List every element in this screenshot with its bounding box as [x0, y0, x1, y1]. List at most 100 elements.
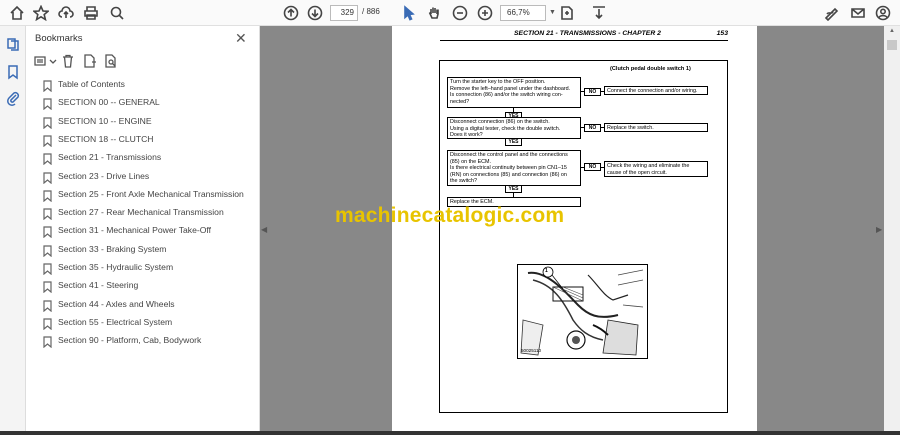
page-number-input[interactable]: 329 — [330, 5, 358, 21]
bookmark-item[interactable]: Section 44 - Axles and Wheels — [26, 297, 260, 315]
bookmark-item[interactable]: Section 27 - Rear Mechanical Transmissio… — [26, 205, 260, 223]
zoom-search-icon[interactable] — [108, 4, 126, 22]
bookmark-item[interactable]: SECTION 10 -- ENGINE — [26, 114, 260, 132]
figure-callout: 1 — [545, 268, 548, 274]
result-box: Connect the connection and/or wiring. — [604, 86, 708, 95]
bookmark-item[interactable]: Section 21 - Transmissions — [26, 150, 260, 168]
zoom-in-icon[interactable] — [476, 4, 494, 22]
pointer-icon[interactable] — [400, 4, 418, 22]
step-2-text: Using a digital tester, check the double… — [450, 125, 561, 132]
step-1-text: Is connection (86) and/or the switch wir… — [450, 92, 563, 99]
bookmark-label: Section 90 - Platform, Cab, Bodywork — [58, 335, 202, 346]
step-2-box: Disconnect connection (86) on the switch… — [447, 117, 581, 139]
zoom-out-icon[interactable] — [451, 4, 469, 22]
zoom-level-field[interactable]: 66,7% — [500, 5, 546, 21]
bottom-border — [0, 431, 900, 435]
page-total-label: / 886 — [362, 7, 380, 16]
result-text: Check the wiring and eliminate the — [607, 163, 690, 169]
bookmark-icon — [43, 207, 52, 221]
step-2-text: Disconnect connection (86) on the switch… — [450, 119, 550, 125]
vertical-scrollbar[interactable]: ▲ — [884, 26, 900, 431]
watermark-text: machinecatalogic.com — [335, 204, 565, 227]
figure-caption: 50025110 — [521, 348, 542, 353]
no-tag: NO — [584, 124, 601, 132]
bookmark-icon — [43, 280, 52, 294]
bookmark-item[interactable]: Section 31 - Mechanical Power Take-Off — [26, 223, 260, 241]
bookmark-item[interactable]: Section 35 - Hydraulic System — [26, 260, 260, 278]
bookmark-icon — [43, 299, 52, 312]
page-down-icon[interactable] — [306, 4, 324, 22]
bookmark-icon — [43, 171, 52, 184]
scroll-thumb[interactable] — [887, 40, 897, 50]
home-icon[interactable] — [8, 4, 26, 22]
figure-photo: 1 50025110 — [517, 264, 648, 359]
pdf-page: SECTION 21 - TRANSMISSIONS - CHAPTER 2 1… — [392, 26, 757, 431]
step-3-text: the switch? — [450, 178, 477, 185]
bookmark-item[interactable]: SECTION 18 -- CLUTCH — [26, 132, 260, 150]
bookmark-icon — [43, 134, 52, 148]
bookmark-panel-icon[interactable] — [5, 64, 21, 80]
prev-page-arrow-icon[interactable]: ◀ — [261, 225, 267, 234]
thumbnails-icon[interactable] — [5, 36, 21, 52]
bookmark-label: Section 31 - Mechanical Power Take-Off — [58, 225, 212, 236]
flowchart-frame — [439, 60, 728, 413]
bookmark-label: SECTION 00 -- GENERAL — [58, 97, 160, 108]
bookmark-item[interactable]: Section 23 - Drive Lines — [26, 169, 260, 187]
chevron-down-icon[interactable]: ▼ — [549, 9, 556, 16]
no-tag: NO — [584, 163, 601, 171]
chevron-down-icon[interactable] — [49, 54, 57, 68]
section-header: SECTION 21 - TRANSMISSIONS - CHAPTER 2 — [514, 30, 661, 37]
bookmark-label: Section 25 - Front Axle Mechanical Trans… — [58, 188, 244, 199]
star-icon[interactable] — [32, 4, 50, 22]
step-3-text: (RN) on connections (85) and connection … — [450, 171, 567, 178]
page-up-icon[interactable] — [282, 4, 300, 22]
page-number: 153 — [716, 30, 728, 37]
attachment-icon[interactable] — [5, 90, 21, 106]
toolbar: 329 / 886 66,7% ▼ — [0, 0, 900, 26]
step-3-text: Is there electrical continuity between p… — [450, 165, 567, 172]
close-icon[interactable]: ✕ — [235, 30, 247, 47]
bookmark-icon — [43, 262, 52, 276]
bookmark-label: Table of Contents — [58, 79, 125, 89]
bookmark-label: SECTION 10 -- ENGINE — [58, 115, 152, 126]
cloud-upload-icon[interactable] — [57, 4, 75, 22]
find-bookmark-icon[interactable] — [104, 54, 118, 68]
bookmark-item[interactable]: Section 25 - Front Axle Mechanical Trans… — [26, 187, 260, 205]
bookmark-item[interactable]: Section 90 - Platform, Cab, Bodywork — [26, 333, 260, 351]
bookmark-label: SECTION 18 -- CLUTCH — [58, 133, 154, 144]
print-icon[interactable] — [82, 4, 100, 22]
bookmark-options-icon[interactable] — [34, 54, 48, 68]
next-page-arrow-icon[interactable]: ▶ — [876, 225, 882, 234]
hand-icon[interactable] — [425, 4, 443, 22]
bookmark-label: Section 33 - Braking System — [58, 243, 167, 254]
scroll-up-icon[interactable]: ▲ — [889, 28, 895, 34]
bookmark-item[interactable]: Section 55 - Electrical System — [26, 315, 260, 333]
delete-bookmark-icon[interactable] — [61, 54, 75, 68]
page-header: SECTION 21 - TRANSMISSIONS - CHAPTER 2 1… — [440, 30, 728, 41]
step-3-text: (85) on the ECM. — [450, 158, 492, 165]
bookmark-item[interactable]: Section 41 - Steering — [26, 278, 260, 296]
fit-page-icon[interactable] — [558, 4, 576, 22]
bookmark-item[interactable]: SECTION 00 -- GENERAL — [26, 95, 260, 113]
switch-photo-illustration — [518, 265, 647, 358]
mail-icon[interactable] — [849, 4, 867, 22]
yes-tag: YES — [505, 185, 522, 193]
bookmark-label: Section 35 - Hydraulic System — [58, 262, 174, 272]
account-icon[interactable] — [874, 4, 892, 22]
bookmark-label: Section 44 - Axles and Wheels — [58, 298, 175, 309]
new-bookmark-icon[interactable] — [83, 54, 97, 68]
bookmark-icon — [43, 335, 52, 349]
scroll-mode-icon[interactable] — [590, 4, 608, 22]
sign-icon[interactable] — [823, 4, 841, 22]
left-rail — [0, 26, 26, 431]
step-3-box: Disconnect the control panel and the con… — [447, 150, 581, 186]
bookmarks-title: Bookmarks — [35, 33, 83, 44]
bookmark-item[interactable]: Table of Contents — [26, 77, 260, 95]
no-tag: NO — [584, 88, 601, 96]
bookmark-label: Section 21 - Transmissions — [58, 152, 162, 163]
bookmark-icon — [43, 225, 52, 239]
bookmark-label: Section 55 - Electrical System — [58, 316, 173, 327]
bookmark-item[interactable]: Section 33 - Braking System — [26, 242, 260, 260]
step-1-text: nected? — [450, 98, 470, 105]
bookmark-icon — [43, 244, 52, 257]
